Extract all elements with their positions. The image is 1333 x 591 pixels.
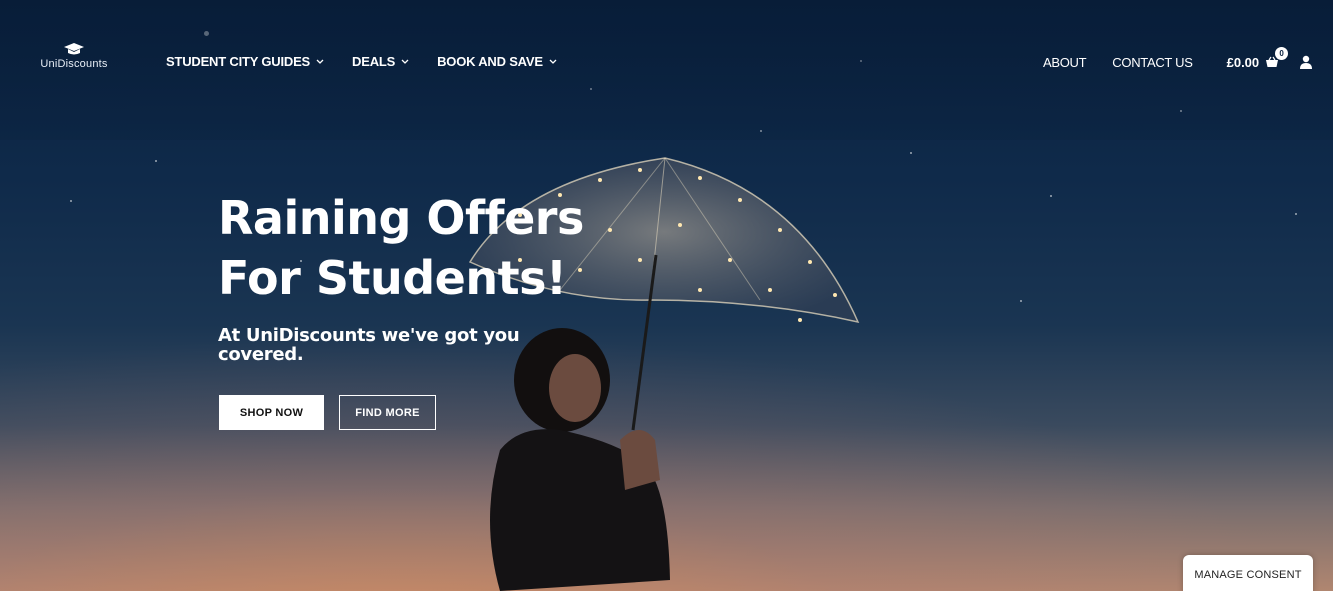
- primary-nav: STUDENT CITY GUIDES DEALS BOOK AND SAVE: [166, 54, 557, 69]
- chevron-down-icon: [549, 59, 557, 64]
- chevron-down-icon: [401, 59, 409, 64]
- hero-title: Raining Offers For Students!: [218, 188, 638, 308]
- chevron-down-icon: [316, 59, 324, 64]
- brand-name: UniDiscounts: [40, 58, 108, 70]
- hero-subtitle: At UniDiscounts we've got you covered.: [218, 325, 520, 365]
- graduation-cap-icon: [64, 43, 84, 55]
- manage-consent-button[interactable]: MANAGE CONSENT: [1183, 555, 1313, 591]
- cart-count-badge: 0: [1275, 47, 1289, 60]
- user-icon: [1300, 55, 1313, 69]
- nav-about[interactable]: ABOUT: [1043, 55, 1087, 70]
- nav-label: DEALS: [352, 54, 396, 69]
- nav-label: STUDENT CITY GUIDES: [166, 54, 311, 69]
- find-more-button[interactable]: FIND MORE: [339, 395, 436, 430]
- site-header: UniDiscounts STUDENT CITY GUIDES DEALS B…: [0, 0, 1333, 140]
- nav-deals[interactable]: DEALS: [352, 54, 409, 69]
- shop-now-button[interactable]: SHOP NOW: [219, 395, 324, 430]
- nav-label: BOOK AND SAVE: [437, 54, 543, 69]
- nav-book-and-save[interactable]: BOOK AND SAVE: [437, 54, 557, 69]
- nav-contact-us[interactable]: CONTACT US: [1112, 55, 1193, 70]
- hero-title-line-2: For Students!: [218, 251, 567, 305]
- cart-total[interactable]: £0.00: [1227, 55, 1260, 70]
- nav-student-city-guides[interactable]: STUDENT CITY GUIDES: [166, 54, 324, 69]
- account-button[interactable]: [1299, 55, 1313, 69]
- cart-button[interactable]: 0: [1265, 47, 1289, 70]
- sky-background: [0, 331, 1333, 591]
- hero-title-line-1: Raining Offers: [218, 191, 584, 245]
- brand-logo[interactable]: UniDiscounts: [38, 42, 110, 70]
- secondary-nav: ABOUT CONTACT US £0.00 0: [1043, 47, 1313, 70]
